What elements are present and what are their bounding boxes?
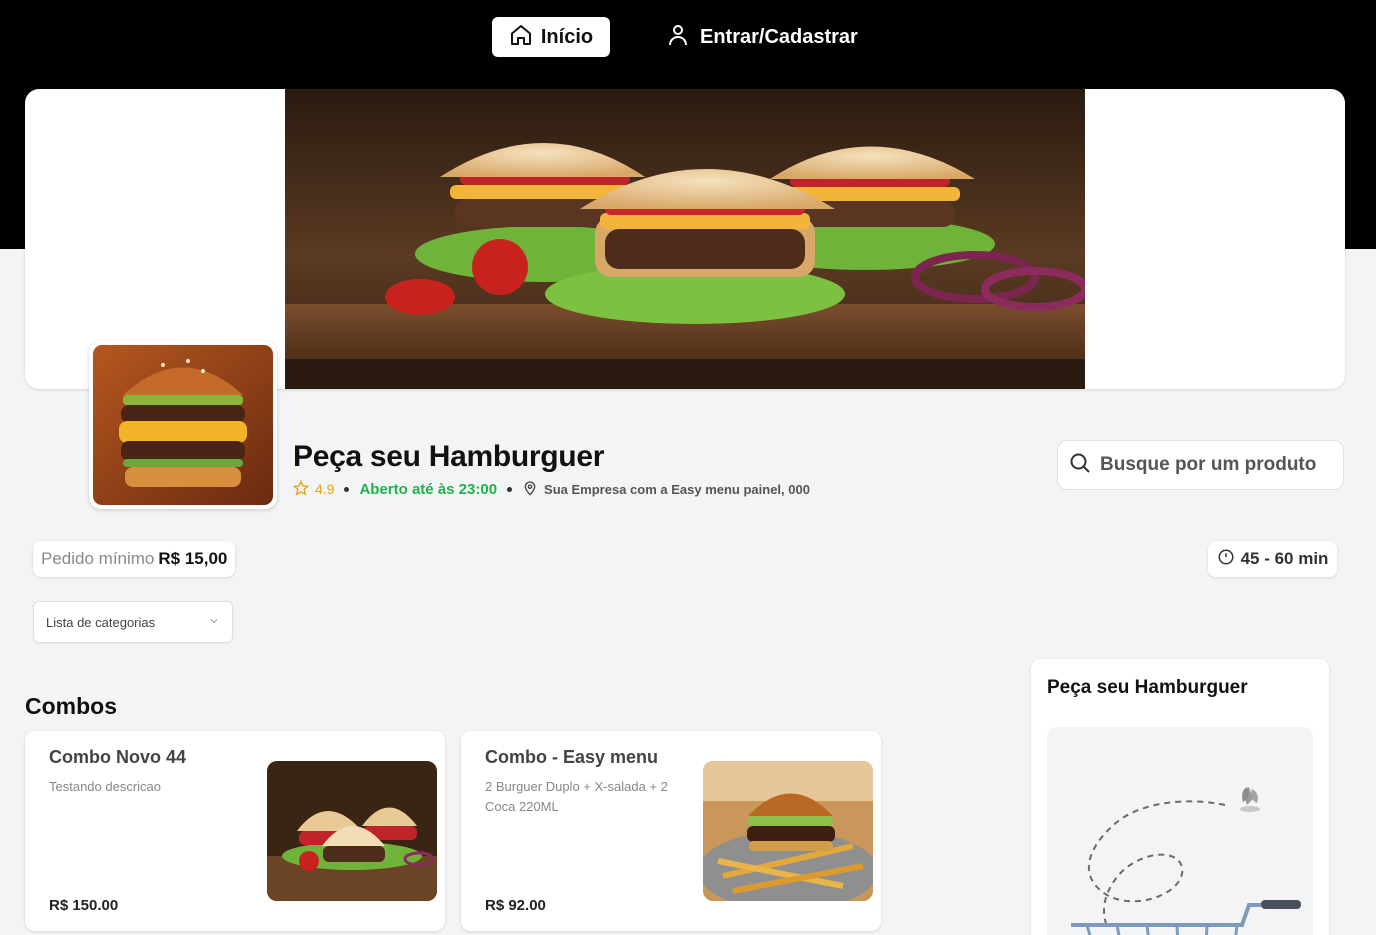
shopping-cart-icon [1071, 787, 1301, 935]
product-price: R$ 150.00 [49, 897, 119, 914]
clock-icon [1217, 548, 1235, 571]
product-description: Testando descricao [49, 779, 162, 794]
login-nav-button[interactable]: Entrar/Cadastrar [666, 17, 858, 57]
delivery-time-value: 45 - 60 min [1240, 549, 1329, 568]
category-select[interactable]: Lista de categorias [33, 601, 233, 643]
product-image [267, 761, 437, 901]
cart-title: Peça seu Hamburguer [1047, 677, 1248, 698]
product-description: 2 Burguer Duplo + X-salada + 2 Coca 220M… [485, 779, 668, 814]
product-name: Combo Novo 44 [49, 747, 187, 767]
store-logo-image [93, 345, 273, 505]
search-icon [1068, 451, 1092, 480]
min-order-label: Pedido mínimo [41, 549, 155, 568]
home-nav-button[interactable]: Início [492, 17, 610, 57]
product-price: R$ 92.00 [485, 897, 546, 914]
store-rating: 4.9 [315, 481, 335, 497]
empty-cart-illustration [1047, 727, 1313, 935]
delivery-time-badge: 45 - 60 min [1208, 541, 1337, 577]
home-nav-label: Início [540, 25, 594, 48]
product-search[interactable] [1057, 440, 1344, 490]
open-status: Aberto até às 23:00 [359, 480, 498, 498]
section-title: Combos [25, 693, 117, 719]
separator-dot [507, 486, 513, 492]
min-order-badge: Pedido mínimo R$ 15,00 [33, 541, 236, 577]
product-card[interactable]: Combo Novo 44 Testando descricao R$ 150.… [25, 731, 445, 931]
store-name: Peça seu Hamburguer [293, 440, 605, 473]
product-card[interactable]: Combo - Easy menu 2 Burguer Duplo + X-sa… [461, 731, 881, 931]
top-nav: Início Entrar/Cadastrar [0, 17, 1376, 57]
min-order-value: R$ 15,00 [158, 549, 228, 568]
store-logo [89, 341, 277, 509]
product-image [703, 761, 873, 901]
user-icon [666, 23, 690, 52]
search-input[interactable] [1100, 454, 1330, 476]
chevron-down-icon [208, 615, 220, 630]
separator-dot [344, 486, 350, 492]
banner-image [285, 89, 1085, 389]
home-icon [509, 23, 533, 52]
star-icon [292, 479, 310, 499]
store-meta: 4.9 Aberto até às 23:00 Sua Empresa com … [292, 479, 810, 499]
cart-panel: Peça seu Hamburguer [1031, 659, 1329, 935]
location-pin-icon [522, 480, 538, 499]
category-select-value: Lista de categorias [46, 614, 156, 630]
login-nav-label: Entrar/Cadastrar [700, 25, 858, 48]
product-name: Combo - Easy menu [485, 747, 659, 767]
store-address: Sua Empresa com a Easy menu painel, 000 [544, 481, 810, 497]
